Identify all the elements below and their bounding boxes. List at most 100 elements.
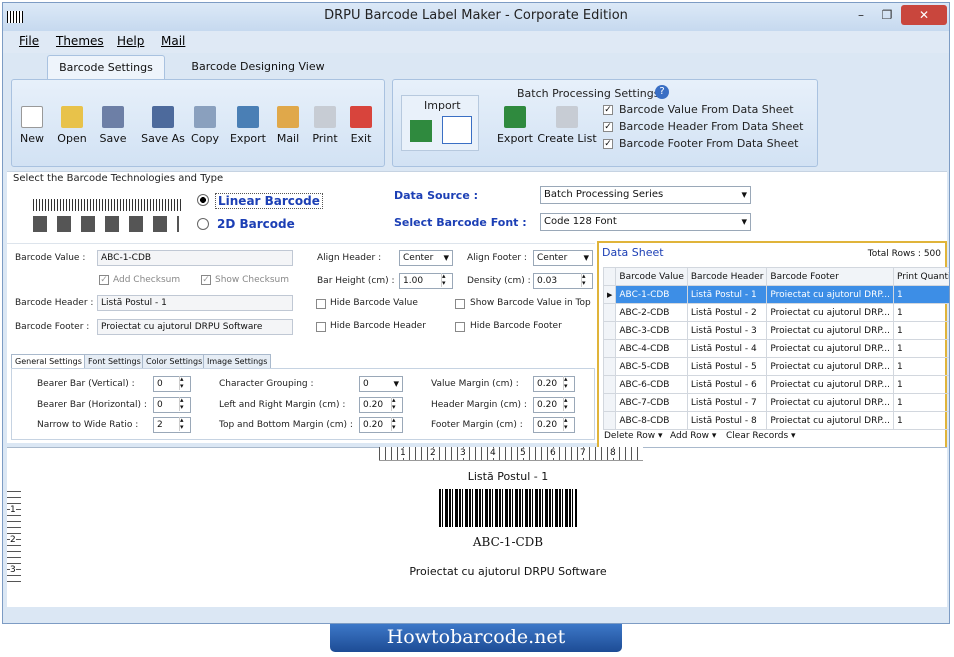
export-button[interactable]: Export — [226, 106, 270, 145]
hide-value-checkbox[interactable] — [316, 299, 326, 309]
table-cell[interactable]: ABC-2-CDB — [615, 303, 688, 322]
new-button[interactable]: New — [12, 106, 52, 145]
add-row-button[interactable]: Add Row ▾ — [670, 431, 716, 441]
table-cell[interactable]: Listă Postul - 4 — [686, 339, 768, 358]
bearer-vertical-spinner[interactable]: 0 — [153, 376, 191, 392]
table-cell[interactable]: Listă Postul - 7 — [686, 393, 768, 412]
barcode-value-input[interactable]: ABC-1-CDB — [97, 250, 293, 266]
delete-row-button[interactable]: Delete Row ▾ — [604, 431, 663, 441]
col-print-quantity[interactable]: Print Quantity — [892, 267, 949, 286]
table-cell[interactable]: ABC-4-CDB — [615, 339, 688, 358]
label-canvas[interactable]: Listă Postul - 1 ABC-1-CDB Proiectat cu … — [343, 465, 673, 585]
table-row[interactable]: ▶ ABC-1-CDB Listă Postul - 1 Proiectat cu a… — [602, 285, 949, 304]
menu-file[interactable]: File — [19, 34, 39, 48]
footer-from-sheet-checkbox[interactable]: ✓ — [603, 139, 613, 149]
menu-mail[interactable]: Mail — [161, 34, 185, 48]
create-list-button[interactable]: Create List — [537, 106, 597, 145]
table-cell[interactable]: Proiectat cu ajutorul DRP... — [766, 303, 894, 322]
close-button[interactable]: ✕ — [901, 5, 947, 25]
tab-color-settings[interactable]: Color Settings — [142, 354, 207, 369]
table-cell[interactable]: ABC-5-CDB — [615, 357, 688, 376]
menu-themes[interactable]: Themes — [56, 34, 104, 48]
col-barcode-value[interactable]: Barcode Value — [615, 267, 688, 286]
open-button[interactable]: Open — [52, 106, 92, 145]
table-row[interactable]: ABC-5-CDB Listă Postul - 5 Proiectat cu aj… — [602, 357, 949, 376]
table-cell[interactable]: 1 — [892, 393, 949, 412]
row-selector[interactable] — [602, 303, 617, 322]
col-barcode-header[interactable]: Barcode Header — [686, 267, 768, 286]
table-row[interactable]: ABC-6-CDB Listă Postul - 6 Proiectat cu aj… — [602, 375, 949, 394]
copy-button[interactable]: Copy — [185, 106, 225, 145]
table-cell[interactable]: 1 — [892, 321, 949, 340]
batch-export-button[interactable]: Export — [493, 106, 537, 145]
table-cell[interactable]: Proiectat cu ajutorul DRP... — [766, 321, 894, 340]
table-cell[interactable]: Listă Postul - 3 — [686, 321, 768, 340]
hide-footer-checkbox[interactable] — [455, 322, 465, 332]
table-cell[interactable]: ABC-3-CDB — [615, 321, 688, 340]
data-source-select[interactable]: Batch Processing Series — [540, 186, 751, 204]
col-barcode-footer[interactable]: Barcode Footer — [766, 267, 894, 286]
save-button[interactable]: Save — [93, 106, 133, 145]
header-from-sheet-checkbox[interactable]: ✓ — [603, 122, 613, 132]
tab-font-settings[interactable]: Font Settings — [84, 354, 145, 369]
align-header-select[interactable]: Center — [399, 250, 453, 266]
table-cell[interactable]: Proiectat cu ajutorul DRP... — [766, 411, 894, 430]
table-cell[interactable]: Proiectat cu ajutorul DRP... — [766, 285, 894, 304]
table-cell[interactable]: Listă Postul - 6 — [686, 375, 768, 394]
narrow-wide-spinner[interactable]: 2 — [153, 417, 191, 433]
footer-margin-spinner[interactable]: 0.20 — [533, 417, 575, 433]
import-excel-icon[interactable] — [410, 120, 432, 142]
row-selector[interactable] — [602, 357, 617, 376]
value-from-sheet-checkbox[interactable]: ✓ — [603, 105, 613, 115]
import-sheet-icon[interactable] — [442, 116, 472, 144]
table-row[interactable]: ABC-4-CDB Listă Postul - 4 Proiectat cu aj… — [602, 339, 949, 358]
tab-general-settings[interactable]: General Settings — [11, 354, 86, 369]
char-grouping-select[interactable]: 0 — [359, 376, 403, 392]
table-row[interactable]: ABC-8-CDB Listă Postul - 8 Proiectat cu aj… — [602, 411, 949, 430]
table-cell[interactable]: Proiectat cu ajutorul DRP... — [766, 393, 894, 412]
mail-button[interactable]: Mail — [268, 106, 308, 145]
clear-records-button[interactable]: Clear Records ▾ — [726, 431, 796, 441]
header-margin-spinner[interactable]: 0.20 — [533, 397, 575, 413]
barcode-header-input[interactable]: Listă Postul - 1 — [97, 295, 293, 311]
print-button[interactable]: Print — [305, 106, 345, 145]
lr-margin-spinner[interactable]: 0.20 — [359, 397, 403, 413]
show-value-top-checkbox[interactable] — [455, 299, 465, 309]
2d-radio[interactable] — [197, 218, 209, 230]
table-cell[interactable]: 1 — [892, 411, 949, 430]
table-cell[interactable]: Proiectat cu ajutorul DRP... — [766, 339, 894, 358]
help-icon[interactable]: ? — [655, 85, 669, 99]
table-cell[interactable]: Listă Postul - 5 — [686, 357, 768, 376]
save-as-button[interactable]: Save As — [140, 106, 186, 145]
table-cell[interactable]: Proiectat cu ajutorul DRP... — [766, 375, 894, 394]
align-footer-select[interactable]: Center — [533, 250, 593, 266]
maximize-button[interactable]: ❐ — [875, 5, 899, 25]
hide-header-checkbox[interactable] — [316, 322, 326, 332]
exit-button[interactable]: Exit — [341, 106, 381, 145]
bar-height-spinner[interactable]: 1.00 — [399, 273, 453, 289]
menu-help[interactable]: Help — [117, 34, 144, 48]
table-cell[interactable]: ABC-6-CDB — [615, 375, 688, 394]
row-selector[interactable]: ▶ — [602, 285, 617, 304]
table-row[interactable]: ABC-3-CDB Listă Postul - 3 Proiectat cu aj… — [602, 321, 949, 340]
table-cell[interactable]: Listă Postul - 8 — [686, 411, 768, 430]
table-cell[interactable]: 1 — [892, 303, 949, 322]
show-checksum-checkbox[interactable]: ✓ — [201, 275, 211, 285]
tab-barcode-settings[interactable]: Barcode Settings — [47, 55, 165, 79]
linear-radio[interactable] — [197, 194, 209, 206]
table-row[interactable]: ABC-2-CDB Listă Postul - 2 Proiectat cu aj… — [602, 303, 949, 322]
barcode-font-select[interactable]: Code 128 Font — [540, 213, 751, 231]
table-cell[interactable]: 1 — [892, 339, 949, 358]
row-selector[interactable] — [602, 393, 617, 412]
tab-barcode-designing-view[interactable]: Barcode Designing View — [175, 55, 341, 79]
tab-image-settings[interactable]: Image Settings — [203, 354, 272, 369]
tb-margin-spinner[interactable]: 0.20 — [359, 417, 403, 433]
row-selector[interactable] — [602, 411, 617, 430]
table-cell[interactable]: Listă Postul - 1 — [686, 285, 768, 304]
value-margin-spinner[interactable]: 0.20 — [533, 376, 575, 392]
table-cell[interactable]: Listă Postul - 2 — [686, 303, 768, 322]
row-selector[interactable] — [602, 375, 617, 394]
table-cell[interactable]: 1 — [892, 357, 949, 376]
table-row[interactable]: ABC-7-CDB Listă Postul - 7 Proiectat cu aj… — [602, 393, 949, 412]
bearer-horizontal-spinner[interactable]: 0 — [153, 397, 191, 413]
